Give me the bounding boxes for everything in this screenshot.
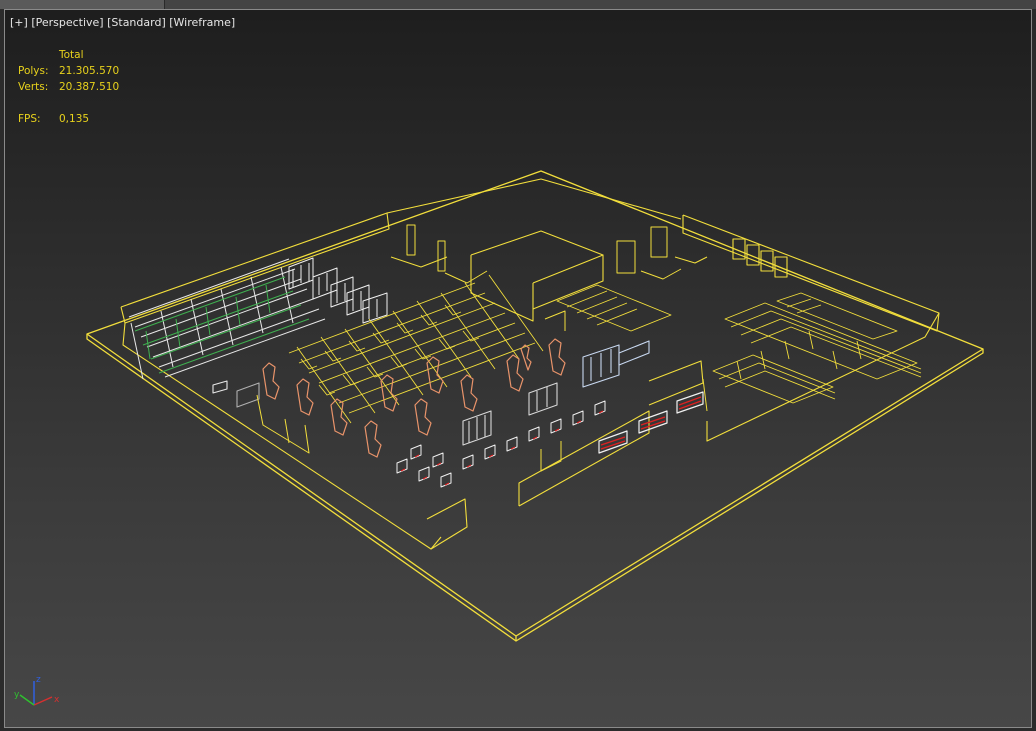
- green-racks-wireframe: [128, 258, 326, 380]
- grey-machines-wireframe: [212, 340, 650, 446]
- yellow-workstations-wireframe: [288, 274, 544, 424]
- gizmo-z-label: z: [36, 675, 41, 685]
- orange-machines-wireframe: [262, 338, 566, 458]
- viewport-tab-strip: [0, 0, 1036, 9]
- gizmo-y-label: y: [14, 690, 20, 700]
- red-carts-wireframe: [598, 391, 704, 454]
- floor-slab-wireframe: [86, 170, 984, 642]
- gizmo-x-label: x: [54, 695, 60, 705]
- viewport-tab[interactable]: [0, 0, 165, 9]
- axis-gizmo: z x y: [14, 675, 60, 706]
- wireframe-scene[interactable]: [5, 10, 1031, 727]
- red-stations-wireframe: [396, 400, 606, 488]
- perspective-viewport[interactable]: [+] [Perspective] [Standard] [Wireframe]…: [4, 9, 1032, 728]
